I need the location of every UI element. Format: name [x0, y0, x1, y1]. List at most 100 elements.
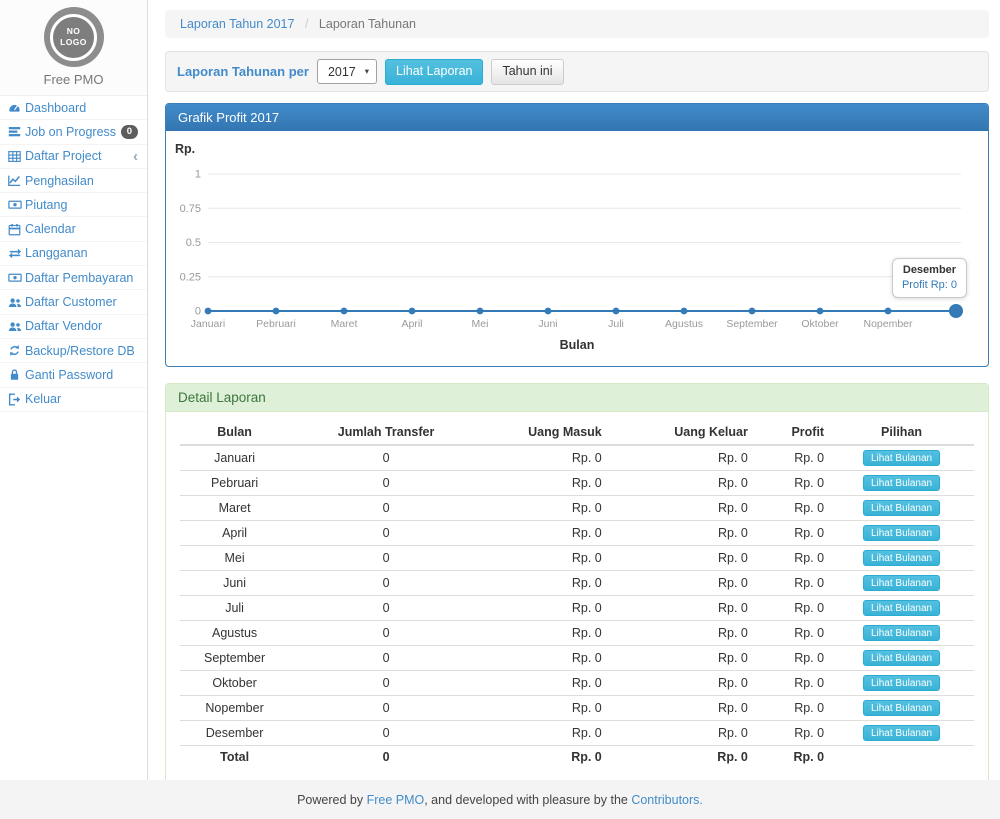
- lihat-bulanan-button[interactable]: Lihat Bulanan: [863, 725, 940, 741]
- uang-masuk-cell: Rp. 0: [483, 621, 607, 646]
- data-point[interactable]: [273, 308, 280, 315]
- uang-masuk-cell: Rp. 0: [483, 571, 607, 596]
- lihat-bulanan-button[interactable]: Lihat Bulanan: [863, 525, 940, 541]
- lihat-bulanan-button[interactable]: Lihat Bulanan: [863, 700, 940, 716]
- free-pmo-link[interactable]: Free PMO: [367, 793, 425, 807]
- money-icon: [8, 271, 25, 284]
- sidebar-item-daftar-project[interactable]: Daftar Project ‹: [0, 145, 147, 169]
- tooltip-profit-value: Profit Rp: 0: [902, 279, 957, 291]
- data-point-highlighted[interactable]: [949, 304, 963, 318]
- breadcrumb-link[interactable]: Laporan Tahun 2017: [180, 17, 294, 31]
- action-cell: Lihat Bulanan: [829, 546, 974, 571]
- bulan-cell: Juli: [180, 596, 289, 621]
- dashboard-icon: [8, 101, 25, 114]
- sidebar-item-daftar-customer[interactable]: Daftar Customer: [0, 290, 147, 314]
- uang-masuk-cell: Rp. 0: [483, 721, 607, 746]
- profit-cell: Rp. 0: [753, 746, 829, 770]
- data-point[interactable]: [341, 308, 348, 315]
- tasks-icon: [8, 125, 25, 138]
- sidebar-item-daftar-vendor[interactable]: Daftar Vendor: [0, 315, 147, 339]
- sidebar-item-label: Calendar: [25, 222, 76, 236]
- lihat-bulanan-button[interactable]: Lihat Bulanan: [863, 650, 940, 666]
- lihat-bulanan-button[interactable]: Lihat Bulanan: [863, 675, 940, 691]
- profit-cell: Rp. 0: [753, 521, 829, 546]
- chart-panel-title: Grafik Profit 2017: [166, 104, 988, 131]
- no-logo-badge: NO LOGO: [50, 14, 97, 61]
- sidebar-item-penghasilan[interactable]: Penghasilan: [0, 169, 147, 193]
- year-select[interactable]: 2017 ▾: [317, 59, 377, 84]
- uang-masuk-cell: Rp. 0: [483, 671, 607, 696]
- tahun-ini-button[interactable]: Tahun ini: [491, 59, 563, 85]
- money-icon: [8, 198, 25, 211]
- lihat-bulanan-button[interactable]: Lihat Bulanan: [863, 450, 940, 466]
- bulan-cell: Nopember: [180, 696, 289, 721]
- chart-x-axis-label: Bulan: [166, 338, 988, 352]
- sidebar-item-daftar-pembayaran[interactable]: Daftar Pembayaran: [0, 266, 147, 290]
- sidebar-item-piutang[interactable]: Piutang: [0, 193, 147, 217]
- lihat-bulanan-button[interactable]: Lihat Bulanan: [863, 625, 940, 641]
- data-point[interactable]: [545, 308, 552, 315]
- bulan-cell: Pebruari: [180, 471, 289, 496]
- profit-cell: Rp. 0: [753, 571, 829, 596]
- bulan-cell: April: [180, 521, 289, 546]
- jumlah-transfer-cell: 0: [289, 696, 483, 721]
- lihat-laporan-button[interactable]: Lihat Laporan: [385, 59, 483, 85]
- jumlah-transfer-cell: 0: [289, 571, 483, 596]
- sidebar-item-keluar[interactable]: Keluar: [0, 388, 147, 412]
- lihat-bulanan-button[interactable]: Lihat Bulanan: [863, 475, 940, 491]
- x-tick-label: Januari: [191, 318, 225, 330]
- bulan-cell: Maret: [180, 496, 289, 521]
- profit-cell: Rp. 0: [753, 721, 829, 746]
- x-tick-label: September: [726, 318, 778, 330]
- year-select-value: 2017: [328, 65, 356, 79]
- sidebar-item-label: Backup/Restore DB: [25, 344, 135, 358]
- bulan-cell: Agustus: [180, 621, 289, 646]
- action-cell: Lihat Bulanan: [829, 671, 974, 696]
- data-point[interactable]: [817, 308, 824, 315]
- profit-cell: Rp. 0: [753, 546, 829, 571]
- profit-cell: Rp. 0: [753, 596, 829, 621]
- tooltip-month: Desember: [902, 264, 957, 276]
- calendar-icon: [8, 223, 25, 236]
- sidebar-item-langganan[interactable]: Langganan: [0, 242, 147, 266]
- users-icon: [8, 320, 25, 333]
- profit-chart: Rp. 00.250.50.751JanuariPebruariMaretApr…: [166, 131, 988, 366]
- uang-keluar-cell: Rp. 0: [607, 471, 753, 496]
- sidebar-item-label: Keluar: [25, 392, 61, 406]
- lihat-bulanan-button[interactable]: Lihat Bulanan: [863, 500, 940, 516]
- lihat-bulanan-button[interactable]: Lihat Bulanan: [863, 575, 940, 591]
- data-point[interactable]: [681, 308, 688, 315]
- jumlah-transfer-cell: 0: [289, 496, 483, 521]
- uang-keluar-cell: Rp. 0: [607, 671, 753, 696]
- uang-masuk-cell: Rp. 0: [483, 646, 607, 671]
- users-icon: [8, 296, 25, 309]
- filter-label: Laporan Tahunan per: [177, 64, 309, 79]
- data-point[interactable]: [613, 308, 620, 315]
- footer-text-middle: , and developed with pleasure by the: [424, 793, 631, 807]
- sidebar-item-backup-restore-db[interactable]: Backup/Restore DB: [0, 339, 147, 363]
- x-tick-label: April: [401, 318, 422, 330]
- lihat-bulanan-button[interactable]: Lihat Bulanan: [863, 550, 940, 566]
- sidebar-item-job-on-progress[interactable]: Job on Progress0: [0, 120, 147, 144]
- data-point[interactable]: [205, 308, 212, 315]
- sidebar-item-label: Daftar Pembayaran: [25, 271, 133, 285]
- sidebar-item-label: Daftar Vendor: [25, 319, 102, 333]
- y-tick-label: 1: [195, 169, 201, 181]
- data-point[interactable]: [749, 308, 756, 315]
- data-point[interactable]: [477, 308, 484, 315]
- action-cell: Lihat Bulanan: [829, 621, 974, 646]
- contributors-link[interactable]: Contributors.: [631, 793, 703, 807]
- column-header: Bulan: [180, 421, 289, 445]
- sidebar-item-dashboard[interactable]: Dashboard: [0, 96, 147, 120]
- chevron-left-icon: ‹: [133, 149, 138, 164]
- bulan-cell: Mei: [180, 546, 289, 571]
- data-point[interactable]: [409, 308, 416, 315]
- sidebar-item-calendar[interactable]: Calendar: [0, 217, 147, 241]
- data-point[interactable]: [885, 308, 892, 315]
- sidebar-item-label: Daftar Project: [25, 149, 101, 163]
- sidebar-item-ganti-password[interactable]: Ganti Password: [0, 363, 147, 387]
- lihat-bulanan-button[interactable]: Lihat Bulanan: [863, 600, 940, 616]
- refresh-icon: [8, 344, 25, 357]
- sign-out-icon: [8, 393, 25, 406]
- table-row: Oktober0Rp. 0Rp. 0Rp. 0Lihat Bulanan: [180, 671, 974, 696]
